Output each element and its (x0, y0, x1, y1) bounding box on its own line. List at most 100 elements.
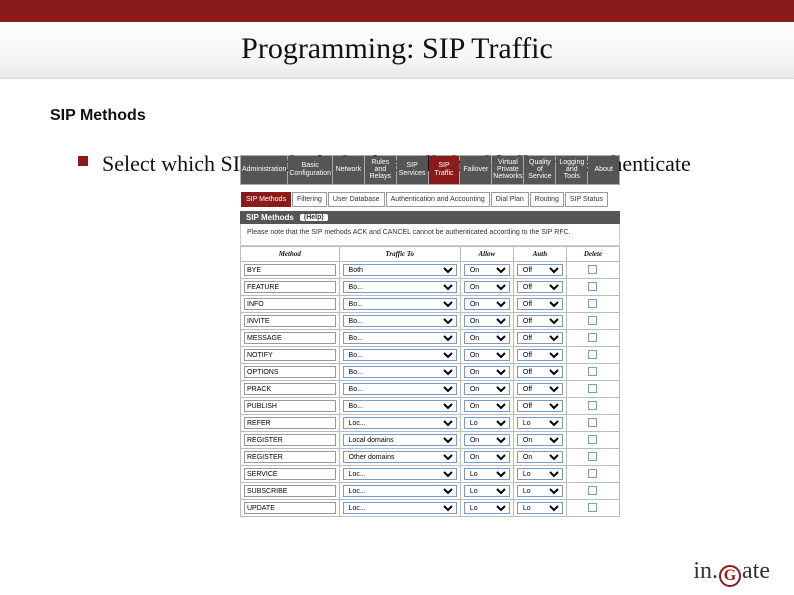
method-input[interactable] (244, 485, 336, 497)
primary-tab[interactable]: Virtual Private Networks (492, 156, 523, 184)
method-input[interactable] (244, 468, 336, 480)
delete-checkbox[interactable] (588, 384, 597, 393)
primary-tab[interactable]: Network (333, 156, 364, 184)
primary-tab[interactable]: About (588, 156, 619, 184)
delete-checkbox[interactable] (588, 299, 597, 308)
delete-checkbox[interactable] (588, 452, 597, 461)
method-input[interactable] (244, 349, 336, 361)
allow-select[interactable]: On (464, 400, 510, 412)
delete-checkbox[interactable] (588, 282, 597, 291)
traffic-select[interactable]: Bo... (343, 298, 457, 310)
method-input[interactable] (244, 434, 336, 446)
auth-select[interactable]: Off (517, 315, 563, 327)
method-input[interactable] (244, 417, 336, 429)
secondary-tab[interactable]: Routing (530, 192, 564, 207)
auth-select[interactable]: Lo (517, 417, 563, 429)
delete-checkbox[interactable] (588, 350, 597, 359)
delete-checkbox[interactable] (588, 418, 597, 427)
auth-select[interactable]: Off (517, 298, 563, 310)
method-input[interactable] (244, 502, 336, 514)
delete-checkbox[interactable] (588, 333, 597, 342)
method-input[interactable] (244, 315, 336, 327)
auth-select[interactable]: Off (517, 400, 563, 412)
allow-select[interactable]: On (464, 349, 510, 361)
delete-checkbox[interactable] (588, 401, 597, 410)
delete-checkbox[interactable] (588, 435, 597, 444)
method-input[interactable] (244, 366, 336, 378)
auth-select[interactable]: Off (517, 366, 563, 378)
allow-select[interactable]: On (464, 264, 510, 276)
help-link[interactable]: (Help) (300, 214, 328, 221)
traffic-select[interactable]: Bo... (343, 383, 457, 395)
delete-checkbox[interactable] (588, 367, 597, 376)
delete-checkbox[interactable] (588, 316, 597, 325)
traffic-select[interactable]: Loc... (343, 485, 457, 497)
allow-select[interactable]: On (464, 434, 510, 446)
method-input[interactable] (244, 281, 336, 293)
auth-select[interactable]: On (517, 451, 563, 463)
traffic-select[interactable]: Bo... (343, 281, 457, 293)
table-row: Bo... On Off (241, 381, 620, 398)
allow-select[interactable]: On (464, 366, 510, 378)
secondary-tab[interactable]: Filtering (292, 192, 327, 207)
col-method: Method (241, 247, 340, 262)
allow-select[interactable]: Lo (464, 502, 510, 514)
secondary-tab[interactable]: User Database (328, 192, 385, 207)
delete-checkbox[interactable] (588, 486, 597, 495)
traffic-select[interactable]: Both (343, 264, 457, 276)
auth-select[interactable]: Off (517, 281, 563, 293)
auth-select[interactable]: Lo (517, 485, 563, 497)
method-input[interactable] (244, 383, 336, 395)
table-row: Loc... Lo Lo (241, 483, 620, 500)
secondary-tab[interactable]: SIP Status (565, 192, 608, 207)
method-input[interactable] (244, 264, 336, 276)
delete-checkbox[interactable] (588, 265, 597, 274)
primary-tab[interactable]: Rules and Relays (365, 156, 396, 184)
allow-select[interactable]: On (464, 332, 510, 344)
primary-tab[interactable]: Quality of Service (524, 156, 555, 184)
traffic-select[interactable]: Bo... (343, 332, 457, 344)
auth-select[interactable]: On (517, 434, 563, 446)
traffic-select[interactable]: Loc... (343, 502, 457, 514)
primary-tab[interactable]: Logging and Tools (556, 156, 587, 184)
allow-select[interactable]: Lo (464, 485, 510, 497)
allow-select[interactable]: On (464, 315, 510, 327)
delete-checkbox[interactable] (588, 469, 597, 478)
method-input[interactable] (244, 298, 336, 310)
traffic-select[interactable]: Bo... (343, 400, 457, 412)
auth-select[interactable]: Lo (517, 468, 563, 480)
auth-select[interactable]: Lo (517, 502, 563, 514)
table-row: Both On Off (241, 262, 620, 279)
title-bar: Programming: SIP Traffic (0, 22, 794, 79)
secondary-tab[interactable]: Authentication and Accounting (386, 192, 490, 207)
primary-tab[interactable]: Basic Configuration (288, 156, 332, 184)
primary-tab[interactable]: SIP Traffic (429, 156, 460, 184)
traffic-select[interactable]: Other domains (343, 451, 457, 463)
allow-select[interactable]: On (464, 383, 510, 395)
method-input[interactable] (244, 332, 336, 344)
allow-select[interactable]: Lo (464, 417, 510, 429)
auth-select[interactable]: Off (517, 349, 563, 361)
traffic-select[interactable]: Bo... (343, 315, 457, 327)
allow-select[interactable]: On (464, 451, 510, 463)
primary-tab[interactable]: SIP Services (397, 156, 428, 184)
traffic-select[interactable]: Bo... (343, 366, 457, 378)
method-input[interactable] (244, 451, 336, 463)
auth-select[interactable]: Off (517, 332, 563, 344)
traffic-select[interactable]: Bo... (343, 349, 457, 361)
method-input[interactable] (244, 400, 336, 412)
secondary-tab[interactable]: SIP Methods (241, 192, 291, 207)
auth-select[interactable]: Off (517, 383, 563, 395)
allow-select[interactable]: On (464, 298, 510, 310)
traffic-select[interactable]: Loc... (343, 468, 457, 480)
allow-select[interactable]: Lo (464, 468, 510, 480)
primary-tab[interactable]: Failover (460, 156, 491, 184)
delete-checkbox[interactable] (588, 503, 597, 512)
auth-select[interactable]: Off (517, 264, 563, 276)
traffic-select[interactable]: Local domains (343, 434, 457, 446)
embedded-screenshot: AdministrationBasic ConfigurationNetwork… (240, 155, 620, 517)
primary-tab[interactable]: Administration (241, 156, 287, 184)
traffic-select[interactable]: Loc... (343, 417, 457, 429)
allow-select[interactable]: On (464, 281, 510, 293)
secondary-tab[interactable]: Dial Plan (491, 192, 529, 207)
